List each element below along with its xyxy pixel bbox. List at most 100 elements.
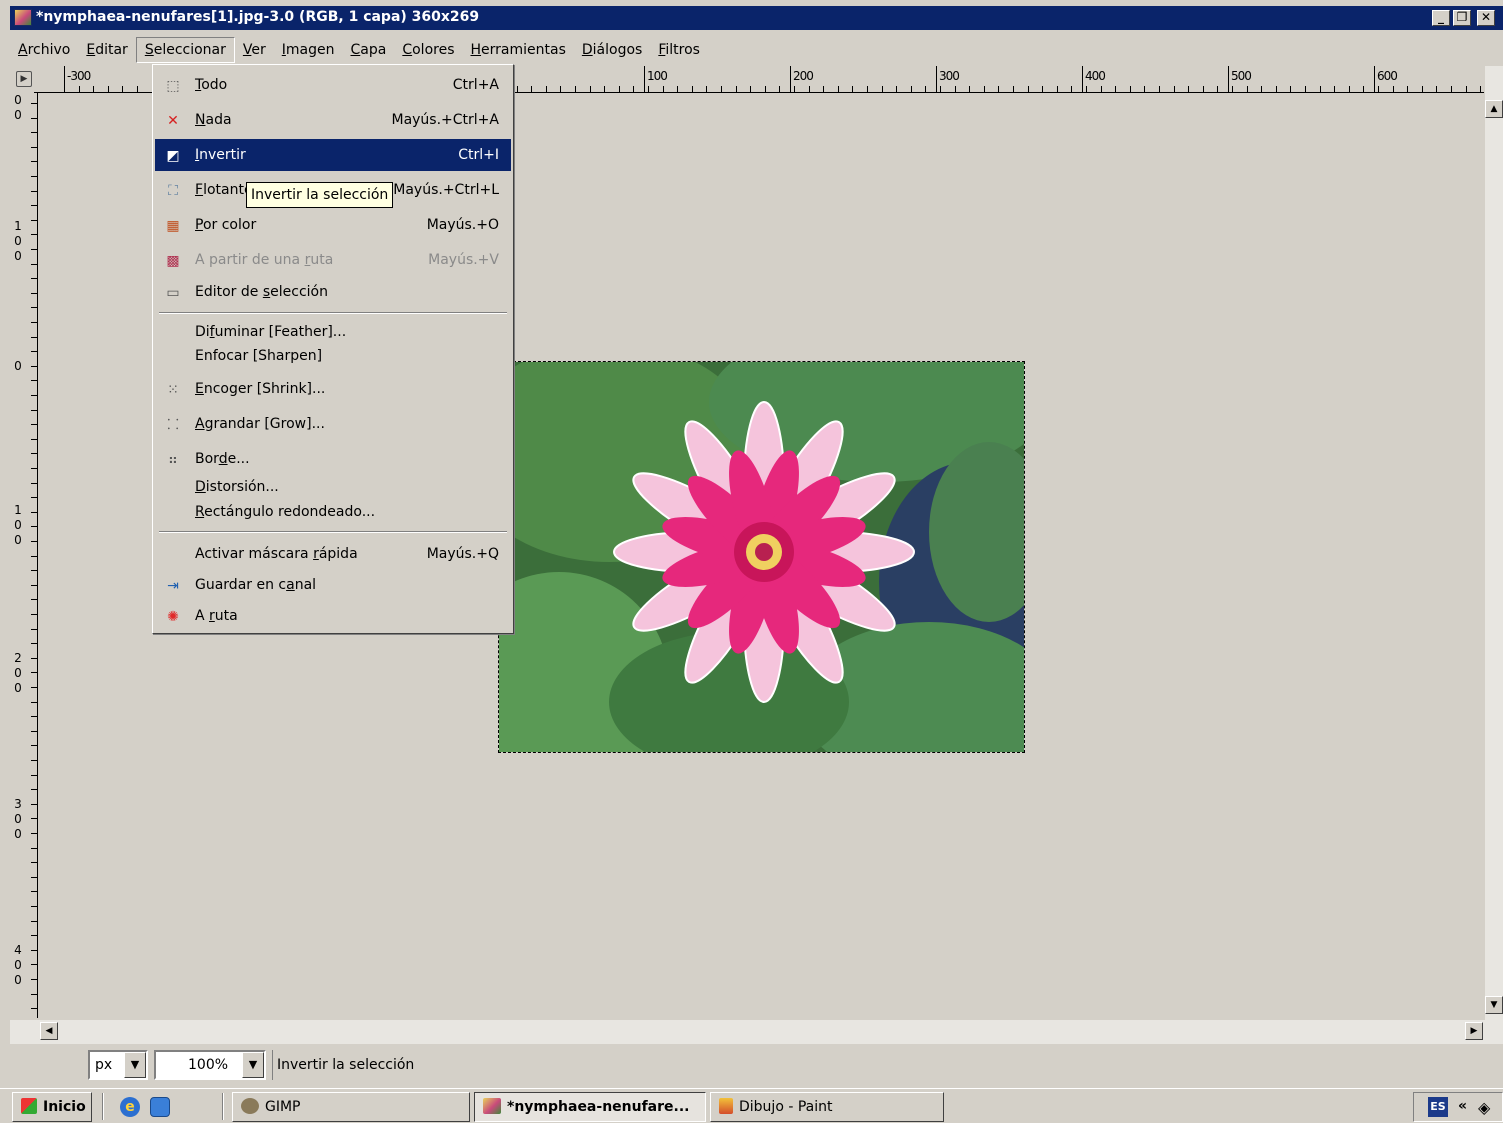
task-paint[interactable]: Dibujo - Paint: [710, 1092, 944, 1122]
shrink-selection-icon: ⁙: [167, 382, 179, 398]
path-to-selection-icon: ▩: [166, 253, 180, 269]
menu-item-a-partir-de-ruta: ▩ A partir de una ruta Mayús.+V: [155, 244, 511, 276]
menu-item-mascara-rapida[interactable]: Activar máscara rápida Mayús.+Q: [155, 538, 511, 570]
windows-logo-icon: [21, 1098, 37, 1114]
menu-editar[interactable]: Editar: [78, 37, 135, 63]
menu-item-difuminar[interactable]: Difuminar [Feather]...: [155, 319, 511, 345]
taskbar: Inicio e GIMP *nymphaea-nenufare... Dibu…: [0, 1088, 1503, 1123]
start-button[interactable]: Inicio: [12, 1092, 92, 1122]
menu-item-invertir[interactable]: ◩ Invertir Ctrl+I: [155, 139, 511, 171]
title-bar-active[interactable]: *nymphaea-nenufares[1].jpg-3.0 (RGB, 1 c…: [10, 6, 1503, 30]
menu-archivo[interactable]: Archivo: [10, 37, 78, 63]
menu-item-label: Activar máscara rápida: [195, 546, 358, 562]
ruler-label: 0: [14, 249, 22, 263]
status-message: Invertir la selección: [272, 1050, 414, 1080]
menu-item-encoger[interactable]: ⁙ Encoger [Shrink]...: [155, 373, 511, 405]
ruler-label: 0: [14, 827, 22, 841]
desktop-icon[interactable]: [150, 1097, 170, 1117]
menu-item-shortcut: Ctrl+A: [452, 77, 499, 93]
title-bar: *nymphaea-nenufares[1].jpg-3.0 (RGB, 1 c…: [0, 0, 1503, 34]
menu-item-a-ruta[interactable]: ✺ A ruta: [155, 600, 511, 632]
menu-capa[interactable]: Capa: [343, 37, 395, 63]
window-title: *nymphaea-nenufares[1].jpg-3.0 (RGB, 1 c…: [36, 9, 480, 25]
ruler-label: 0: [14, 973, 22, 987]
menu-item-editor-seleccion[interactable]: ▭ Editor de selección: [155, 276, 511, 308]
status-bar: px ▼ 100% ▼ Invertir la selección: [10, 1046, 1503, 1086]
ruler-label: 0: [14, 518, 22, 532]
internet-explorer-icon[interactable]: e: [120, 1097, 140, 1117]
image-water-lily[interactable]: [498, 361, 1025, 753]
minimize-button[interactable]: _: [1432, 10, 1450, 26]
menu-item-nada[interactable]: ✕ Nada Mayús.+Ctrl+A: [155, 104, 511, 136]
chevron-down-icon[interactable]: ▼: [124, 1052, 146, 1078]
ruler-label: 300: [939, 69, 960, 83]
menu-dialogos[interactable]: Diálogos: [574, 37, 650, 63]
paint-icon: [719, 1098, 733, 1114]
close-button[interactable]: ✕: [1477, 10, 1495, 26]
ruler-label: 0: [14, 681, 22, 695]
menu-item-label: Borde...: [195, 451, 250, 467]
scroll-down-icon[interactable]: ▼: [1485, 996, 1503, 1014]
selection-editor-icon: ▭: [166, 285, 180, 301]
horizontal-scrollbar[interactable]: ◀ ▶: [10, 1020, 1503, 1044]
ruler-label: 1: [14, 503, 22, 517]
menu-item-label: Agrandar [Grow]...: [195, 416, 325, 432]
tray-expand-icon[interactable]: «: [1458, 1098, 1467, 1114]
unit-select[interactable]: px ▼: [88, 1050, 148, 1080]
menu-bar: Archivo Editar Seleccionar Ver Imagen Capa Col…: [10, 36, 1503, 64]
menu-arrow-icon[interactable]: ▶: [16, 71, 32, 87]
menu-item-label: A ruta: [195, 608, 238, 624]
ruler-label: 500: [1231, 69, 1252, 83]
menu-ver[interactable]: Ver: [235, 37, 274, 63]
gimp-image-icon: [483, 1098, 501, 1114]
menu-separator: [159, 531, 507, 533]
tooltip: Invertir la selección: [246, 182, 394, 208]
scroll-left-icon[interactable]: ◀: [40, 1022, 58, 1040]
ruler-label: 2: [14, 651, 22, 665]
float-selection-icon: ⛶: [168, 183, 178, 199]
menu-seleccionar[interactable]: Seleccionar: [135, 37, 235, 63]
language-indicator[interactable]: ES: [1428, 1097, 1448, 1117]
vertical-scrollbar[interactable]: ▲ ▼: [1485, 66, 1503, 1020]
menu-filtros[interactable]: Filtros: [650, 37, 708, 63]
border-selection-icon: ⠶: [167, 452, 179, 468]
menu-item-agrandar[interactable]: ⸬ Agrandar [Grow]...: [155, 408, 511, 440]
ruler-label: 1: [14, 219, 22, 233]
chevron-down-icon[interactable]: ▼: [242, 1052, 264, 1078]
menu-herramientas[interactable]: Herramientas: [463, 37, 574, 63]
menu-item-shortcut: Mayús.+Q: [426, 546, 499, 562]
task-image-window[interactable]: *nymphaea-nenufare...: [474, 1092, 706, 1122]
menu-item-label: Flotante: [195, 182, 253, 198]
ruler-label: 0: [14, 958, 22, 972]
gimp-image-icon: [14, 9, 32, 26]
menu-imagen[interactable]: Imagen: [274, 37, 343, 63]
ruler-label: 0: [14, 812, 22, 826]
network-icon[interactable]: ◈: [1478, 1098, 1490, 1117]
select-none-icon: ✕: [167, 113, 179, 129]
menu-item-label: Nada: [195, 112, 232, 128]
menu-item-label: Difuminar [Feather]...: [195, 324, 347, 340]
maximize-button[interactable]: ❐: [1453, 10, 1471, 26]
scroll-up-icon[interactable]: ▲: [1485, 100, 1503, 118]
menu-item-distorsion[interactable]: Distorsión...: [155, 474, 511, 500]
zoom-select[interactable]: 100% ▼: [154, 1050, 266, 1080]
menu-item-shortcut: Ctrl+I: [458, 147, 499, 163]
task-label: Dibujo - Paint: [739, 1099, 833, 1115]
menu-item-todo[interactable]: ⬚ Todo Ctrl+A: [155, 69, 511, 101]
menu-item-borde[interactable]: ⠶ Borde...: [155, 443, 511, 475]
task-gimp[interactable]: GIMP: [232, 1092, 470, 1122]
ruler-label: 0: [14, 93, 22, 107]
ruler-label: 0: [14, 533, 22, 547]
menu-item-rectangulo-redondeado[interactable]: Rectángulo redondeado...: [155, 499, 511, 525]
select-by-color-icon: ▦: [166, 218, 180, 234]
gimp-icon: [241, 1098, 259, 1114]
scroll-right-icon[interactable]: ▶: [1465, 1022, 1483, 1040]
menu-item-guardar-en-canal[interactable]: ⇥ Guardar en canal: [155, 569, 511, 601]
ruler-label: 100: [647, 69, 668, 83]
menu-item-label: Enfocar [Sharpen]: [195, 348, 323, 364]
to-path-icon: ✺: [167, 609, 179, 625]
menu-item-enfocar[interactable]: Enfocar [Sharpen]: [155, 343, 511, 369]
ruler-label: 0: [14, 234, 22, 248]
menu-colores[interactable]: Colores: [394, 37, 462, 63]
menu-item-por-color[interactable]: ▦ Por color Mayús.+O: [155, 209, 511, 241]
